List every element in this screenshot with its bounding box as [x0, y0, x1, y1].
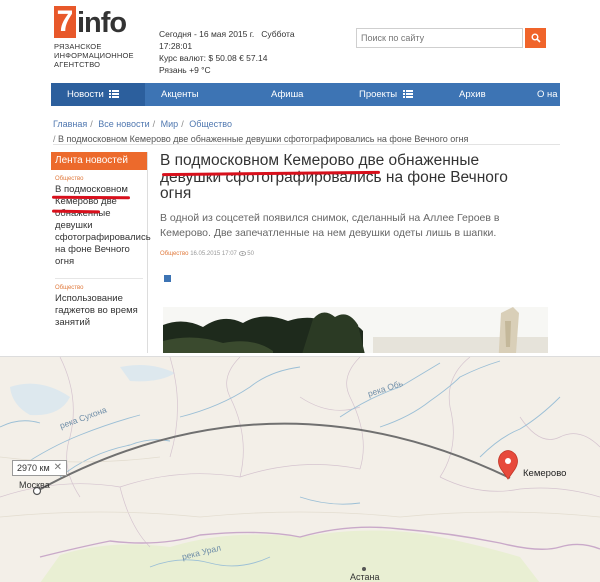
time-text: 17:28:01 [159, 41, 193, 51]
search-bar [356, 28, 546, 48]
feed-heading[interactable]: Лента новостей [51, 152, 147, 170]
highlight-underline [51, 195, 131, 200]
news-feed: Лента новостей Общество В подмосковном К… [51, 152, 151, 353]
nav-item-about[interactable]: О на [517, 83, 560, 106]
article-title: В подмосковном Кемерово две обнаженные д… [160, 152, 508, 202]
breadcrumb-sep: / [152, 119, 156, 129]
astana-dot [362, 567, 366, 571]
search-button[interactable] [525, 28, 546, 48]
article: В подмосковном Кемерово две обнаженные д… [160, 152, 560, 353]
article-views: 50 [247, 250, 254, 257]
date-text: Сегодня - 16 мая 2015 г. Суббота [159, 29, 295, 39]
route-map[interactable]: река Сухона река Обь река Урал Москва Ас… [0, 356, 600, 582]
city-label-moscow: Москва [19, 480, 50, 490]
breadcrumb-current: В подмосковном Кемерово две обнаженные д… [58, 134, 469, 144]
search-icon [531, 33, 541, 43]
article-category[interactable]: Общество [160, 251, 189, 257]
nav-item-archive[interactable]: Архив [429, 83, 517, 106]
map-canvas [0, 357, 600, 582]
close-icon[interactable]: ✕ [54, 461, 62, 475]
breadcrumb-link[interactable]: Главная [53, 119, 87, 129]
breadcrumb-sep: / [53, 134, 56, 144]
logo-digit: 7 [54, 6, 76, 38]
agency-line: АГЕНТСТВО [54, 60, 101, 69]
nav-item-projects[interactable]: Проекты [335, 83, 429, 106]
distance-badge: 2970 км ✕ [12, 460, 68, 476]
eye-icon [238, 250, 246, 256]
weather-text: Рязань +9 °C [159, 65, 211, 75]
menu-bars-icon [402, 90, 413, 99]
logo-word: info [77, 7, 127, 39]
header-info: Сегодня - 16 мая 2015 г. Суббота 17:28:0… [159, 28, 295, 76]
agency-name: РЯЗАНСКОЕ ИНФОРМАЦИОННОЕ АГЕНТСТВО [54, 42, 134, 69]
nav-item-afisha[interactable]: Афиша [240, 83, 335, 106]
breadcrumb-link[interactable]: Общество [189, 119, 232, 129]
share-icon[interactable] [164, 275, 171, 282]
feed-item-title[interactable]: Использование гаджетов во время занятий [55, 293, 143, 329]
article-date: 16.05.2015 17:07 [190, 250, 237, 257]
route-line [36, 422, 511, 492]
site-logo[interactable]: 7 info [54, 6, 127, 39]
feed-item-category: Общество [55, 176, 84, 182]
main-nav: Новости Акценты Афиша Проекты Архив О на [51, 83, 560, 106]
city-label-astana: Астана [350, 572, 380, 582]
breadcrumb-link[interactable]: Мир [161, 119, 179, 129]
breadcrumb-sep: / [181, 119, 184, 129]
breadcrumb: Главная / Все новости / Мир / Общество / В … [53, 118, 560, 145]
agency-line: ИНФОРМАЦИОННОЕ [54, 51, 134, 60]
breadcrumb-link[interactable]: Все новости [98, 119, 149, 129]
nav-item-accents[interactable]: Акценты [145, 83, 240, 106]
agency-line: РЯЗАНСКОЕ [54, 42, 102, 51]
feed-item[interactable]: Общество Использование гаджетов во время… [51, 279, 147, 329]
divider [53, 144, 560, 145]
news-website: 7 info РЯЗАНСКОЕ ИНФОРМАЦИОННОЕ АГЕНТСТВ… [0, 0, 600, 353]
feed-item[interactable]: Общество В подмосковном Кемерово две обн… [51, 170, 151, 268]
article-photo [163, 307, 548, 353]
nav-item-news[interactable]: Новости [51, 83, 145, 106]
currency-rates: Курс валют: $ 50.08 € 57.14 [159, 53, 268, 63]
menu-bars-icon [109, 90, 120, 99]
article-lead: В одной из соцсетей появился снимок, сде… [160, 211, 500, 239]
city-label-kemerovo: Кемерово [523, 468, 567, 479]
feed-item-category: Общество [55, 285, 84, 291]
nav-label: Проекты [359, 89, 398, 100]
breadcrumb-sep: / [90, 119, 93, 129]
article-meta: Общество 16.05.2015 17:07 50 [160, 251, 560, 257]
search-input[interactable] [356, 28, 523, 48]
nav-label: Новости [67, 89, 104, 100]
distance-value: 2970 км [17, 463, 50, 473]
